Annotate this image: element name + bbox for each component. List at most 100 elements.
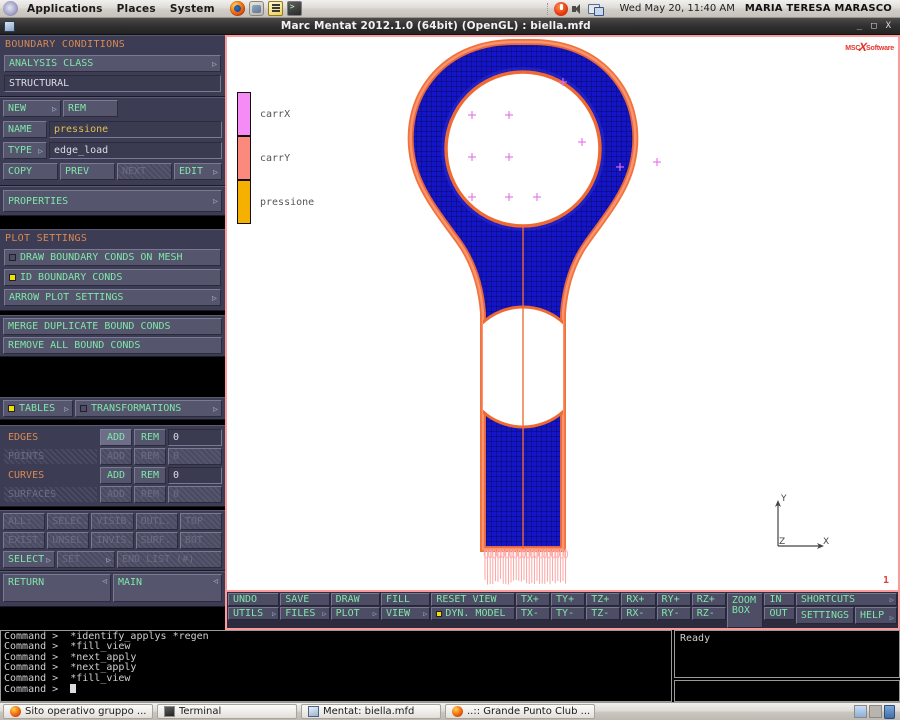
minimize-button[interactable]: _ (857, 21, 862, 31)
main-button[interactable]: MAIN ◁ (113, 574, 222, 602)
menu-system[interactable]: System (163, 3, 222, 15)
edges-count-field[interactable]: 0 (168, 429, 222, 446)
settings-button[interactable]: SETTINGS (796, 607, 854, 624)
rem-button[interactable]: REM (63, 100, 118, 117)
menu-applications[interactable]: Applications (20, 3, 110, 15)
taskbar-item[interactable]: ..:: Grande Punto Club ... (445, 704, 595, 719)
surfaces-rem-button: REM (134, 486, 166, 503)
update-manager-icon[interactable] (554, 2, 568, 16)
workspace-1[interactable] (854, 705, 867, 718)
command-console[interactable]: Command > *identify_applys *regen Comman… (0, 630, 672, 702)
undo-button[interactable]: UNDO (228, 593, 279, 606)
zoom-in-button[interactable]: IN (764, 593, 794, 606)
user-name[interactable]: MARIA TERESA MARASCO (745, 3, 900, 14)
draw-button[interactable]: DRAW (331, 593, 380, 606)
gnome-foot-icon[interactable] (3, 1, 18, 16)
volume-icon[interactable] (571, 2, 585, 16)
entity-label-curves: CURVES (3, 467, 98, 484)
entity-row-surfaces: SURFACES ADD REM 0 (3, 485, 222, 504)
surfaces-add-button: ADD (100, 486, 132, 503)
new-button[interactable]: NEW ▷ (3, 100, 61, 117)
console-line: Command > *fill_view (4, 674, 668, 684)
terminal-icon[interactable] (287, 1, 302, 16)
analysis-class-value[interactable]: STRUCTURAL (4, 75, 221, 92)
name-label-button[interactable]: NAME (3, 121, 47, 138)
clock[interactable]: Wed May 20, 11:40 AM (609, 3, 744, 14)
console-prompt-line[interactable]: Command > (4, 684, 668, 695)
tx-plus-button[interactable]: TX+ (516, 593, 550, 606)
left-sidebar: BOUNDARY CONDITIONS ANALYSIS CLASS ▷ STR… (0, 35, 225, 630)
shortcuts-button[interactable]: SHORTCUTS ▷ (796, 593, 897, 606)
boundary-conditions-panel: BOUNDARY CONDITIONS ANALYSIS CLASS ▷ STR… (0, 35, 225, 97)
merge-duplicate-bound-conds-button[interactable]: MERGE DUPLICATE BOUND CONDS (3, 318, 222, 335)
analysis-class-button[interactable]: ANALYSIS CLASS ▷ (4, 55, 221, 72)
remove-all-bound-conds-button[interactable]: REMOVE ALL BOUND CONDS (3, 337, 222, 354)
prev-button[interactable]: PREV (60, 163, 115, 180)
entity-row-edges: EDGES ADD REM 0 (3, 428, 222, 447)
return-button[interactable]: RETURN ◁ (3, 574, 111, 602)
select-top-button: TOP (180, 513, 222, 530)
firefox-icon[interactable] (230, 1, 245, 16)
tx-minus-button[interactable]: TX- (516, 607, 550, 620)
zoom-box-button[interactable]: ZOOM BOX (727, 593, 764, 628)
model-viewport[interactable]: MSCXSoftware carrX carrY pressione Y X Z… (225, 35, 900, 592)
draw-boundary-conds-on-mesh-toggle[interactable]: DRAW BOUNDARY CONDS ON MESH (4, 249, 221, 266)
taskbar-item[interactable]: Terminal (157, 704, 297, 719)
window-app-icon[interactable] (4, 21, 15, 32)
rz-minus-button[interactable]: RZ- (692, 607, 726, 620)
taskbar-item[interactable]: Sito operativo gruppo ... (3, 704, 153, 719)
files-button[interactable]: FILES ▷ (280, 607, 329, 620)
network-icon[interactable] (588, 2, 603, 15)
reset-view-button[interactable]: RESET VIEW (431, 593, 515, 606)
text-editor-icon[interactable] (268, 1, 283, 16)
curves-count-field[interactable]: 0 (168, 467, 222, 484)
select-mode-button[interactable]: SELECT ▷ (3, 551, 55, 568)
fill-button[interactable]: FILL (381, 593, 430, 606)
curves-rem-button[interactable]: REM (134, 467, 166, 484)
ty-plus-button[interactable]: TY+ (551, 593, 585, 606)
curves-add-button[interactable]: ADD (100, 467, 132, 484)
plot-button[interactable]: PLOT ▷ (331, 607, 380, 620)
ty-minus-button[interactable]: TY- (551, 607, 585, 620)
set-button: SET ▷ (57, 551, 115, 568)
copy-button[interactable]: COPY (3, 163, 58, 180)
workspace-2[interactable] (869, 705, 882, 718)
save-button[interactable]: SAVE (280, 593, 329, 606)
close-button[interactable]: X (886, 21, 891, 31)
bc-type-value[interactable]: edge_load (49, 142, 222, 159)
tz-minus-button[interactable]: TZ- (586, 607, 620, 620)
view-button[interactable]: VIEW ▷ (381, 607, 430, 620)
arrow-plot-settings-button[interactable]: ARROW PLOT SETTINGS ▷ (4, 289, 221, 306)
ry-minus-button[interactable]: RY- (657, 607, 691, 620)
rz-plus-button[interactable]: RZ+ (692, 593, 726, 606)
tables-toggle[interactable]: TABLES ▷ (3, 400, 73, 417)
gnome-globe-icon[interactable] (249, 1, 264, 16)
menu-places[interactable]: Places (110, 3, 163, 15)
trash-icon[interactable] (884, 705, 895, 719)
utils-button[interactable]: UTILS ▷ (228, 607, 279, 620)
select-outl-button: OUTL. (136, 513, 178, 530)
edges-rem-button[interactable]: REM (134, 429, 166, 446)
bc-controls-filler (120, 100, 222, 117)
status-text: Ready (680, 633, 710, 644)
tables-transformations-panel: TABLES ▷ TRANSFORMATIONS ▷ (0, 397, 225, 420)
nav-panel: RETURN ◁ MAIN ◁ (0, 571, 225, 607)
tz-plus-button[interactable]: TZ+ (586, 593, 620, 606)
edges-add-button[interactable]: ADD (100, 429, 132, 446)
checkbox-icon (436, 611, 442, 617)
taskbar-item[interactable]: Mentat: biella.mfd (301, 704, 441, 719)
ry-plus-button[interactable]: RY+ (657, 593, 691, 606)
maximize-button[interactable]: □ (871, 21, 876, 31)
dyn-model-toggle[interactable]: DYN. MODEL (431, 607, 515, 620)
rx-plus-button[interactable]: RX+ (621, 593, 655, 606)
chevron-right-icon: ▷ (423, 610, 427, 618)
help-button[interactable]: HELP ▷ (855, 607, 897, 624)
id-boundary-conds-toggle[interactable]: ID BOUNDARY CONDS (4, 269, 221, 286)
transformations-toggle[interactable]: TRANSFORMATIONS ▷ (75, 400, 222, 417)
edit-button[interactable]: EDIT ▷ (174, 163, 222, 180)
zoom-out-button[interactable]: OUT (764, 607, 794, 620)
rx-minus-button[interactable]: RX- (621, 607, 655, 620)
properties-button[interactable]: PROPERTIES ▷ (3, 190, 222, 212)
type-button[interactable]: TYPE ▷ (3, 142, 47, 159)
bc-name-field[interactable]: pressione (49, 121, 222, 138)
